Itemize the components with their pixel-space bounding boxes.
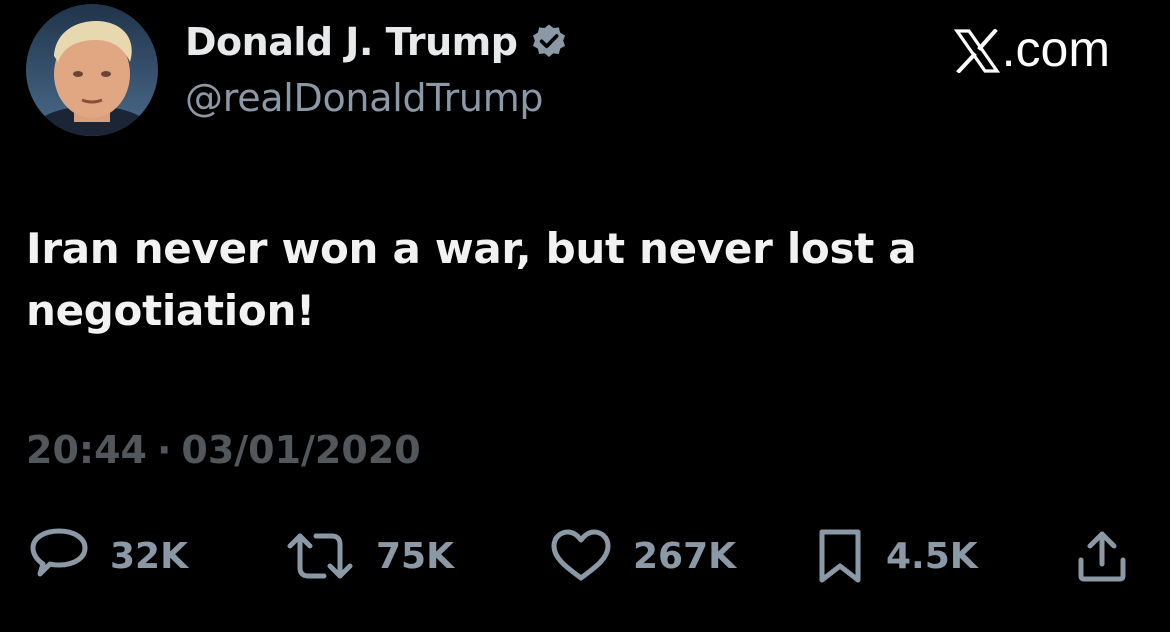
reply-count: 32K	[110, 535, 188, 577]
heart-icon	[551, 529, 611, 581]
brand-suffix: .com	[1001, 21, 1110, 77]
bookmark-icon	[819, 529, 861, 583]
repost-icon	[287, 533, 353, 579]
timestamp[interactable]: 20:44 · 03/01/2020	[26, 428, 421, 472]
author-row: Donald J. Trump	[185, 20, 569, 64]
brand-logo: .com	[953, 20, 1110, 78]
display-name[interactable]: Donald J. Trump	[185, 20, 518, 64]
repost-button[interactable]: 75K	[284, 528, 454, 584]
timestamp-separator: ·	[156, 428, 172, 472]
like-button[interactable]: 267K	[549, 528, 736, 584]
tweet-text: Iran never won a war, but never lost a n…	[26, 224, 917, 335]
like-count: 267K	[633, 535, 737, 577]
x-logo-icon	[953, 27, 1000, 74]
reply-button[interactable]: 32K	[28, 528, 188, 584]
repost-count: 75K	[376, 535, 454, 577]
reply-icon	[30, 528, 88, 577]
share-button[interactable]	[1074, 528, 1130, 584]
verified-badge-icon	[529, 22, 569, 62]
timestamp-time: 20:44	[26, 428, 147, 472]
share-icon	[1078, 531, 1126, 582]
bookmark-button[interactable]: 4.5K	[814, 528, 978, 584]
bookmark-count: 4.5K	[886, 535, 978, 577]
handle[interactable]: @realDonaldTrump	[185, 76, 544, 120]
timestamp-date: 03/01/2020	[181, 428, 421, 472]
avatar[interactable]	[26, 4, 158, 136]
action-bar: 32K 75K 267K 4.5K	[0, 528, 1170, 584]
avatar-portrait-icon	[26, 4, 158, 136]
tweet-card: Donald J. Trump @realDonaldTrump .com Ir…	[0, 0, 1170, 632]
